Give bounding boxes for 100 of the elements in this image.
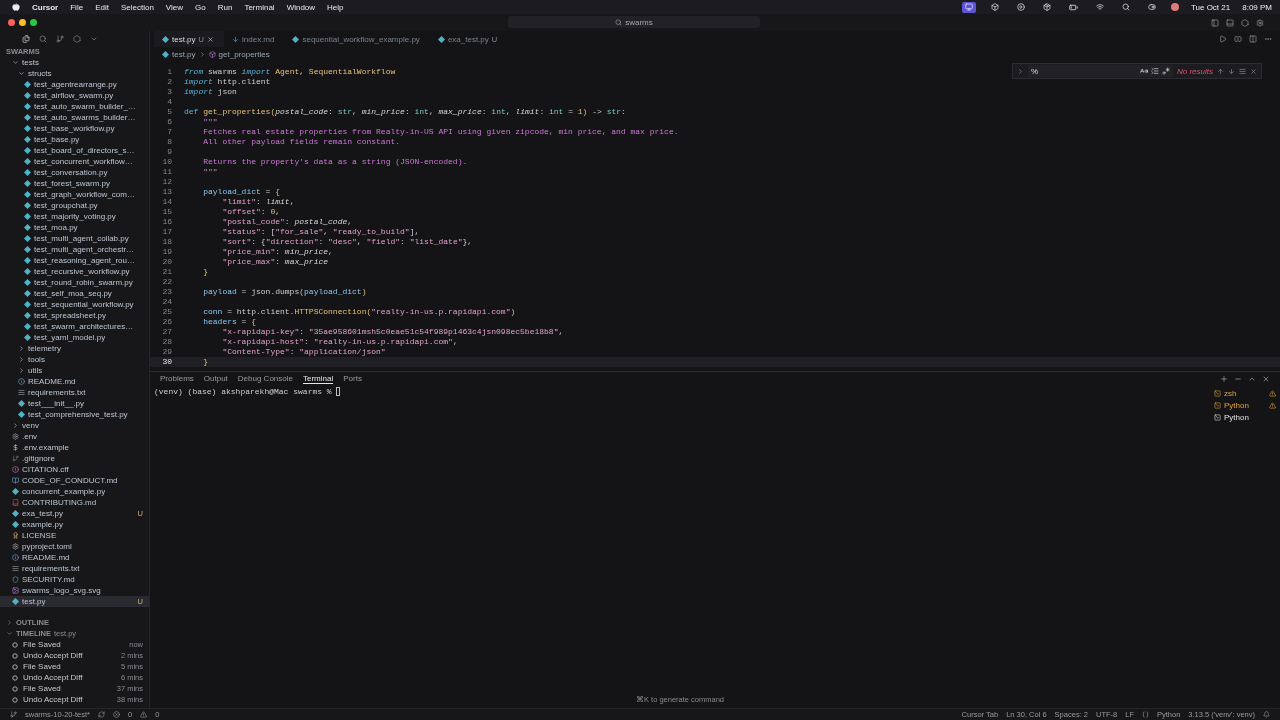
file-tree-item[interactable]: test_swarm_architectures…: [0, 321, 149, 332]
file-tree-item[interactable]: tests: [0, 57, 149, 68]
file-tree-item[interactable]: test_reasoning_agent_rou…: [0, 255, 149, 266]
file-tree-item[interactable]: test_graph_workflow_com…: [0, 189, 149, 200]
find-field[interactable]: %: [1028, 65, 1173, 77]
menu-item[interactable]: Run: [217, 2, 233, 12]
file-tree-item[interactable]: CODE_OF_CONDUCT.md: [0, 475, 149, 486]
match-case-icon[interactable]: [1140, 67, 1148, 75]
timeline-entry[interactable]: File Saved: [23, 662, 116, 671]
timeline-entry[interactable]: Undo Accept Diff: [23, 651, 116, 660]
files-icon[interactable]: [22, 34, 30, 43]
file-tree-item[interactable]: SECURITY.md: [0, 574, 149, 585]
file-tree-item[interactable]: .env.example: [0, 442, 149, 453]
file-tree-item[interactable]: test_majority_voting.py: [0, 211, 149, 222]
file-tree-item[interactable]: CITATION.cff: [0, 464, 149, 475]
close-icon[interactable]: [1250, 67, 1257, 75]
run-icon[interactable]: [1219, 35, 1227, 43]
panel-tab[interactable]: Ports: [343, 373, 362, 384]
split-editor-icon[interactable]: [1249, 35, 1257, 43]
timeline-entry[interactable]: Undo Accept Diff: [23, 695, 112, 704]
file-tree-item[interactable]: test_self_moa_seq.py: [0, 288, 149, 299]
file-tree-item[interactable]: telemetry: [0, 343, 149, 354]
file-tree-item[interactable]: test_multi_agent_orchestr…: [0, 244, 149, 255]
panel-tab[interactable]: Problems: [160, 373, 194, 384]
selection-icon[interactable]: [1239, 67, 1246, 75]
file-tree-item[interactable]: test_moa.py: [0, 222, 149, 233]
file-tree-item[interactable]: structs: [0, 68, 149, 79]
menu-item[interactable]: Help: [327, 2, 344, 12]
file-tree-item[interactable]: test_concurrent_workflow…: [0, 156, 149, 167]
chevron-right-icon[interactable]: [6, 619, 13, 626]
file-tree-item[interactable]: concurrent_example.py: [0, 486, 149, 497]
menu-item[interactable]: View: [165, 2, 184, 12]
file-tree-item[interactable]: test_conversation.py: [0, 167, 149, 178]
panel-tab[interactable]: Output: [203, 373, 228, 384]
menu-item[interactable]: Edit: [95, 2, 109, 12]
menu-item[interactable]: Cursor: [32, 2, 59, 12]
menu-item[interactable]: Go: [195, 2, 206, 12]
orb-icon[interactable]: [1170, 3, 1179, 11]
file-tree-item[interactable]: test_yaml_model.py: [0, 332, 149, 343]
previous-icon[interactable]: [1217, 67, 1224, 75]
file-tree-item[interactable]: test_recursive_workflow.py: [0, 266, 149, 277]
terminal-item[interactable]: Python: [1224, 400, 1266, 410]
sync-icon[interactable]: [98, 711, 106, 718]
maximize-icon[interactable]: [30, 19, 37, 26]
menu-item[interactable]: File: [70, 2, 84, 12]
file-tree-item[interactable]: test_round_robin_swarm.py: [0, 277, 149, 288]
menu-item[interactable]: Selection: [120, 2, 154, 12]
hexagon-icon[interactable]: [1241, 18, 1249, 27]
file-tree-item[interactable]: .gitignore: [0, 453, 149, 464]
file-tree-item[interactable]: test_base_workflow.py: [0, 123, 149, 134]
terminal-item[interactable]: Python: [1224, 412, 1276, 422]
file-tree-item[interactable]: .env: [0, 431, 149, 442]
breadcrumb-item[interactable]: get_properties: [218, 49, 270, 59]
file-tree-item[interactable]: pyproject.toml: [0, 541, 149, 552]
screen-icon[interactable]: [961, 1, 976, 13]
file-tree-item[interactable]: test_agentrearrange.py: [0, 79, 149, 90]
sidebar-toggle-icon[interactable]: [1211, 18, 1219, 27]
file-tree-item[interactable]: CONTRIBUTING.md: [0, 497, 149, 508]
file-tree-item[interactable]: test_board_of_directors_s…: [0, 145, 149, 156]
apple-icon[interactable]: [12, 3, 20, 11]
file-tree-item[interactable]: test_sequential_workflow.py: [0, 299, 149, 310]
file-tree-item[interactable]: test_spreadsheet.py: [0, 310, 149, 321]
git-branch-icon[interactable]: [56, 34, 64, 43]
panel-tab[interactable]: Debug Console: [237, 373, 293, 384]
editor-tab[interactable]: sequential_workflow_example.py: [284, 31, 430, 47]
timeline-entry[interactable]: Undo Accept Diff: [23, 673, 116, 682]
file-tree-item[interactable]: test_groupchat.py: [0, 200, 149, 211]
menu-item[interactable]: Terminal: [244, 2, 275, 12]
file-tree-item[interactable]: test_auto_swarm_builder_…: [0, 101, 149, 112]
add-icon[interactable]: [1220, 375, 1228, 383]
file-tree-item[interactable]: swarms_logo_svg.svg: [0, 585, 149, 596]
chevron-right-icon[interactable]: [1017, 67, 1024, 75]
menu-item[interactable]: Window: [286, 2, 316, 12]
file-tree-item[interactable]: venv: [0, 420, 149, 431]
hexagon-icon[interactable]: [73, 34, 81, 43]
file-tree-item[interactable]: test_airflow_swarm.py: [0, 90, 149, 101]
timeline-entry[interactable]: File Saved: [23, 684, 112, 693]
panel-tab[interactable]: Terminal: [302, 373, 334, 384]
file-tree-item[interactable]: README.md: [0, 552, 149, 563]
file-tree-item[interactable]: test_auto_swarms_builder…: [0, 112, 149, 123]
file-tree-item[interactable]: tools: [0, 354, 149, 365]
more-icon[interactable]: [1264, 35, 1272, 43]
close-icon[interactable]: [1262, 375, 1270, 383]
file-tree-item[interactable]: test_comprehensive_test.py: [0, 409, 149, 420]
minimize-icon[interactable]: [19, 19, 26, 26]
settings-icon[interactable]: [1256, 18, 1264, 27]
next-icon[interactable]: [1228, 67, 1235, 75]
file-tree-item[interactable]: README.md: [0, 376, 149, 387]
file-tree-item[interactable]: test___init__.py: [0, 398, 149, 409]
file-tree-item[interactable]: utils: [0, 365, 149, 376]
file-tree-item[interactable]: test_multi_agent_collab.py: [0, 233, 149, 244]
file-tree-item[interactable]: requirements.txt: [0, 387, 149, 398]
timeline-entry[interactable]: File Saved: [23, 640, 125, 649]
chevron-down-icon[interactable]: [6, 630, 13, 637]
file-tree-item[interactable]: example.py: [0, 519, 149, 530]
search-icon[interactable]: [39, 34, 47, 43]
editor-tab[interactable]: index.md: [224, 31, 285, 47]
panel-toggle-icon[interactable]: [1226, 18, 1234, 27]
file-tree-item[interactable]: test_base.py: [0, 134, 149, 145]
terminal-item[interactable]: zsh: [1224, 388, 1266, 398]
